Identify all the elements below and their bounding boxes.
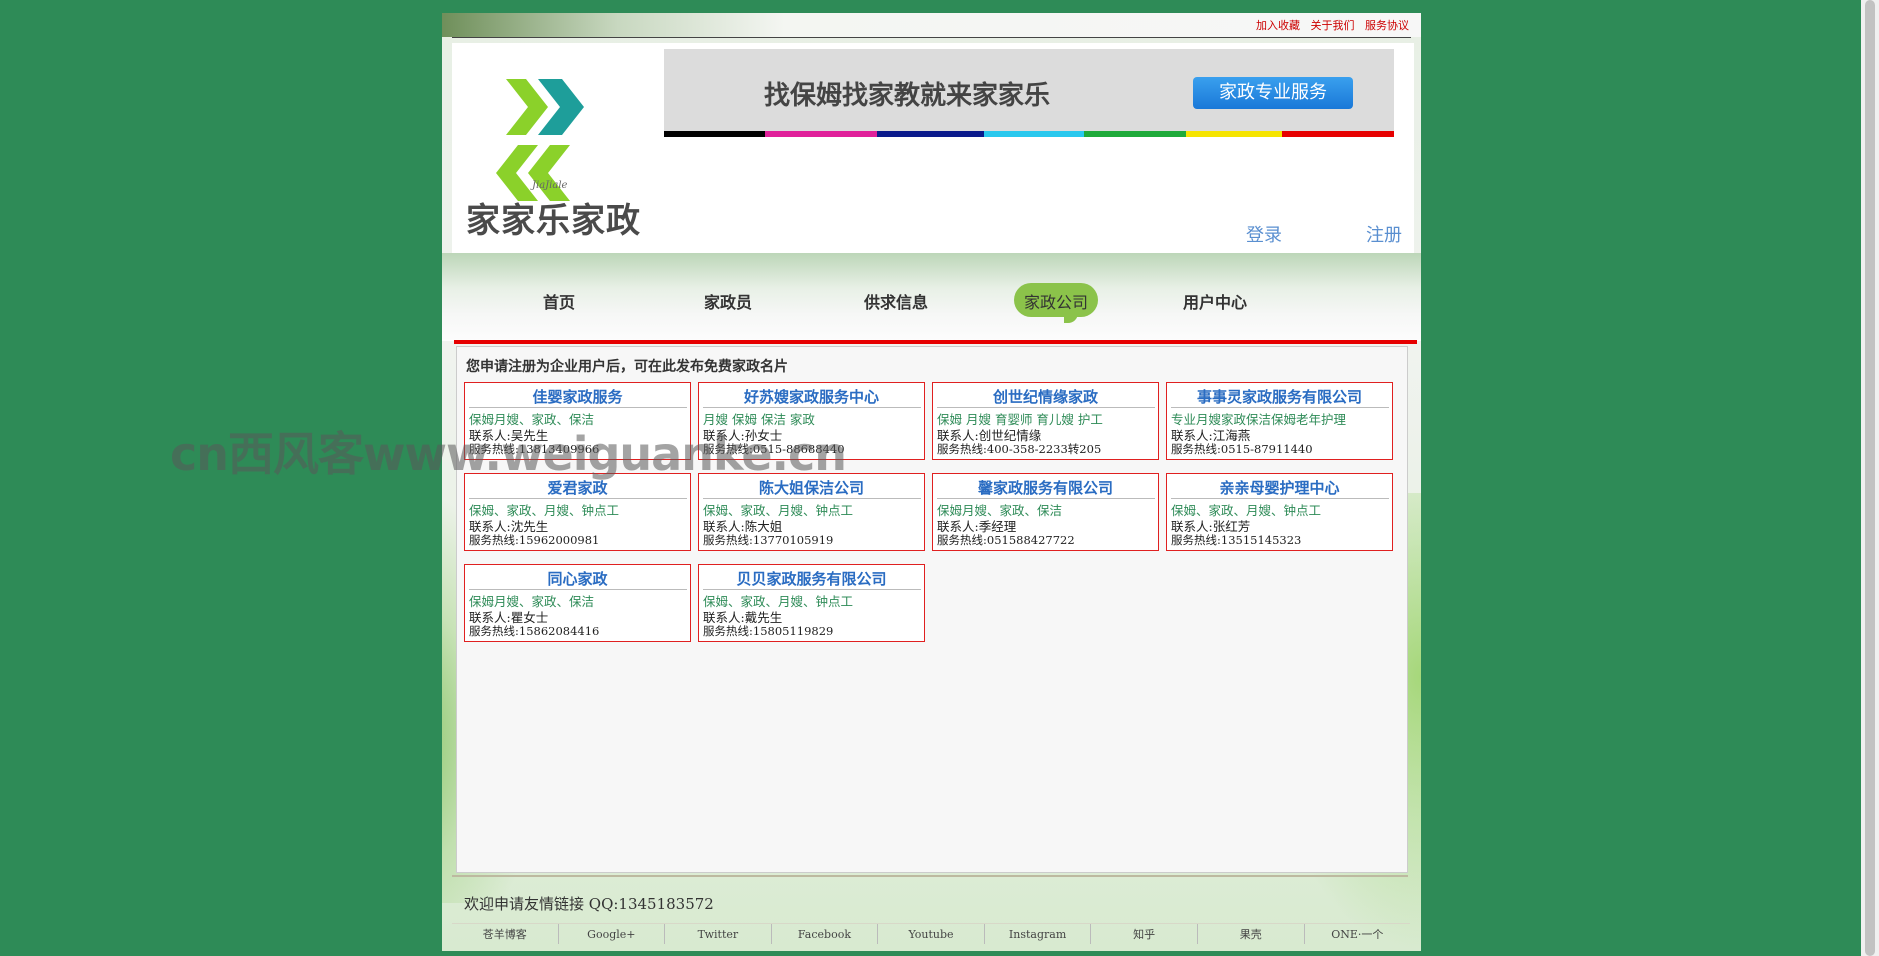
- company-phone: 服务热线:15962000981: [469, 533, 600, 547]
- banner: 找保姆找家教就来家家乐 家政专业服务: [664, 49, 1394, 131]
- company-name-link[interactable]: 亲亲母婴护理中心: [1167, 477, 1392, 498]
- color-segment: [765, 131, 877, 137]
- card-divider: [469, 498, 687, 499]
- footer-link[interactable]: 知乎: [1091, 924, 1198, 944]
- color-segment: [877, 131, 984, 137]
- nav-companies[interactable]: 家政公司: [1024, 289, 1088, 313]
- watermark-text: cn西风客www.weiguanke.cn: [170, 427, 847, 481]
- footer-box: 欢迎申请友情链接 QQ:1345183572 苍羊博客 Google+ Twit…: [452, 875, 1410, 949]
- registration-notice: 您申请注册为企业用户后，可在此发布免费家政名片: [466, 359, 788, 375]
- card-divider: [937, 407, 1155, 408]
- top-strip: 加入收藏 关于我们 服务协议: [442, 13, 1421, 37]
- company-phone: 服务热线:0515-87911440: [1171, 442, 1313, 456]
- color-segment: [664, 131, 765, 137]
- company-card: 爱君家政 保姆、家政、月嫂、钟点工 联系人:沈先生 服务热线:159620009…: [464, 473, 691, 551]
- card-divider: [1171, 498, 1389, 499]
- company-phone: 服务热线:13770105919: [703, 533, 834, 547]
- footer-link[interactable]: Google+: [559, 924, 666, 944]
- company-card: 馨家政服务有限公司 保姆月嫂、家政、保洁 联系人:季经理 服务热线:051588…: [932, 473, 1159, 551]
- footer-link[interactable]: ONE·一个: [1305, 924, 1411, 944]
- color-segment: [1282, 131, 1394, 137]
- banner-service-button[interactable]: 家政专业服务: [1193, 77, 1353, 109]
- company-name-link[interactable]: 事事灵家政服务有限公司: [1167, 386, 1392, 407]
- nav-red-divider: [454, 340, 1417, 344]
- company-phone: 服务热线:051588427722: [937, 533, 1075, 547]
- company-card: 贝贝家政服务有限公司 保姆、家政、月嫂、钟点工 联系人:戴先生 服务热线:158…: [698, 564, 925, 642]
- nav-supply-demand[interactable]: 供求信息: [864, 289, 928, 313]
- logo-text: 家家乐家政: [466, 201, 641, 241]
- login-link[interactable]: 登录: [1246, 221, 1282, 247]
- scrollbar-thumb[interactable]: [1865, 0, 1875, 956]
- company-card: 陈大姐保洁公司 保姆、家政、月嫂、钟点工 联系人:陈大姐 服务热线:137701…: [698, 473, 925, 551]
- company-phone: 服务热线:15862084416: [469, 624, 600, 638]
- company-name-link[interactable]: 创世纪情缘家政: [933, 386, 1158, 407]
- register-link[interactable]: 注册: [1366, 221, 1402, 247]
- company-name-link[interactable]: 贝贝家政服务有限公司: [699, 568, 924, 589]
- company-card: 亲亲母婴护理中心 保姆、家政、月嫂、钟点工 联系人:张红芳 服务热线:13515…: [1166, 473, 1393, 551]
- main-nav: 首页 家政员 供求信息 家政公司 用户中心: [442, 253, 1421, 341]
- footer: 欢迎申请友情链接 QQ:1345183572 苍羊博客 Google+ Twit…: [452, 875, 1410, 951]
- company-name-link[interactable]: 同心家政: [465, 568, 690, 589]
- footer-links: 苍羊博客 Google+ Twitter Facebook Youtube In…: [452, 923, 1410, 944]
- nav-housekeepers[interactable]: 家政员: [704, 289, 752, 313]
- page-scrollbar[interactable]: [1861, 0, 1879, 956]
- color-segment: [984, 131, 1084, 137]
- company-card: 同心家政 保姆月嫂、家政、保洁 联系人:瞿女士 服务热线:15862084416: [464, 564, 691, 642]
- company-phone: 服务热线:13515145323: [1171, 533, 1302, 547]
- company-name-link[interactable]: 好苏嫂家政服务中心: [699, 386, 924, 407]
- color-segment: [1084, 131, 1186, 137]
- color-segment: [1186, 131, 1282, 137]
- card-divider: [469, 407, 687, 408]
- service-agreement-link[interactable]: 服务协议: [1365, 19, 1409, 32]
- header: JiaJiale 家家乐家政 找保姆找家教就来家家乐 家政专业服务 登录 注册: [452, 43, 1414, 253]
- top-divider: [452, 37, 1411, 38]
- card-divider: [937, 498, 1155, 499]
- card-divider: [703, 498, 921, 499]
- banner-color-bar: [664, 131, 1394, 137]
- footer-link[interactable]: Facebook: [772, 924, 879, 944]
- company-name-link[interactable]: 馨家政服务有限公司: [933, 477, 1158, 498]
- friend-link-invite: 欢迎申请友情链接 QQ:1345183572: [464, 895, 714, 913]
- company-card: 事事灵家政服务有限公司 专业月嫂家政保洁保姆老年护理 联系人:江海燕 服务热线:…: [1166, 382, 1393, 460]
- company-phone: 服务热线:15805119829: [703, 624, 834, 638]
- banner-slogan: 找保姆找家教就来家家乐: [764, 81, 1051, 111]
- footer-link[interactable]: Youtube: [878, 924, 985, 944]
- card-divider: [703, 407, 921, 408]
- footer-link[interactable]: 苍羊博客: [452, 924, 559, 944]
- company-phone: 服务热线:400-358-2233转205: [937, 442, 1102, 456]
- card-divider: [1171, 407, 1389, 408]
- nav-user-center[interactable]: 用户中心: [1183, 289, 1247, 313]
- add-favorite-link[interactable]: 加入收藏: [1256, 19, 1300, 32]
- top-links: 加入收藏 关于我们 服务协议: [1249, 17, 1409, 33]
- card-divider: [469, 589, 687, 590]
- card-divider: [703, 589, 921, 590]
- footer-link[interactable]: Instagram: [985, 924, 1092, 944]
- footer-link[interactable]: Twitter: [665, 924, 772, 944]
- company-card: 创世纪情缘家政 保姆 月嫂 育婴师 育儿嫂 护工 联系人:创世纪情缘 服务热线:…: [932, 382, 1159, 460]
- nav-home[interactable]: 首页: [543, 289, 575, 313]
- about-us-link[interactable]: 关于我们: [1311, 19, 1355, 32]
- logo-subtext: JiaJiale: [532, 180, 568, 191]
- company-name-link[interactable]: 佳婴家政服务: [465, 386, 690, 407]
- footer-link[interactable]: 果壳: [1198, 924, 1305, 944]
